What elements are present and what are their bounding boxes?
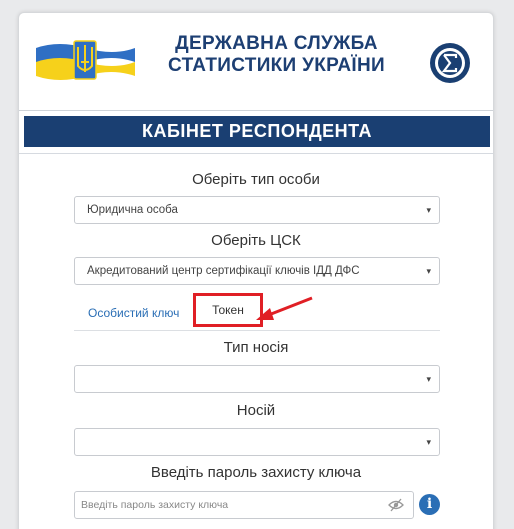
agency-name-line1: ДЕРЖАВНА СЛУЖБА <box>175 33 378 54</box>
password-label: Введіть пароль захисту ключа <box>150 464 362 481</box>
csk-value: Акредитований центр сертифікації ключів … <box>87 265 360 277</box>
agency-name: ДЕРЖАВНА СЛУЖБА СТАТИСТИКИ УКРАЇНИ <box>139 33 414 77</box>
header: ДЕРЖАВНА СЛУЖБА СТАТИСТИКИ УКРАЇНИ <box>19 13 493 111</box>
person-type-select[interactable]: Юридична особа ▾ <box>74 196 440 224</box>
page-title-banner: КАБІНЕТ РЕСПОНДЕНТА <box>24 116 490 147</box>
tab-token[interactable]: Токен <box>193 293 263 327</box>
media-type-label: Тип носія <box>223 339 289 356</box>
tab-personal-key[interactable]: Особистий ключ <box>88 306 179 320</box>
info-icon[interactable]: i <box>419 494 440 515</box>
chevron-down-icon: ▾ <box>426 437 431 447</box>
agency-name-line2: СТАТИСТИКИ УКРАЇНИ <box>168 55 385 76</box>
person-type-value: Юридична особа <box>87 204 178 216</box>
csk-label: Оберіть ЦСК <box>211 232 301 249</box>
chevron-down-icon: ▾ <box>426 374 431 384</box>
person-type-label: Оберіть тип особи <box>192 171 320 188</box>
media-type-select[interactable]: ▾ <box>74 365 440 393</box>
eye-slash-icon[interactable] <box>388 498 404 512</box>
header-divider <box>19 110 493 111</box>
csk-select[interactable]: Акредитований центр сертифікації ключів … <box>74 257 440 285</box>
password-group: Введіть пароль захисту ключа i <box>74 491 440 519</box>
password-input[interactable]: Введіть пароль захисту ключа <box>74 491 414 519</box>
login-panel: ДЕРЖАВНА СЛУЖБА СТАТИСТИКИ УКРАЇНИ КАБІН… <box>18 12 494 529</box>
media-select[interactable]: ▾ <box>74 428 440 456</box>
ukraine-flag-trident-icon <box>36 40 135 80</box>
red-arrow-icon <box>256 296 313 320</box>
sigma-emblem-icon <box>430 43 470 83</box>
chevron-down-icon: ▾ <box>426 266 431 276</box>
banner-divider <box>19 153 493 154</box>
media-label: Носій <box>236 402 276 419</box>
chevron-down-icon: ▾ <box>426 205 431 215</box>
tabs-divider <box>74 330 440 331</box>
